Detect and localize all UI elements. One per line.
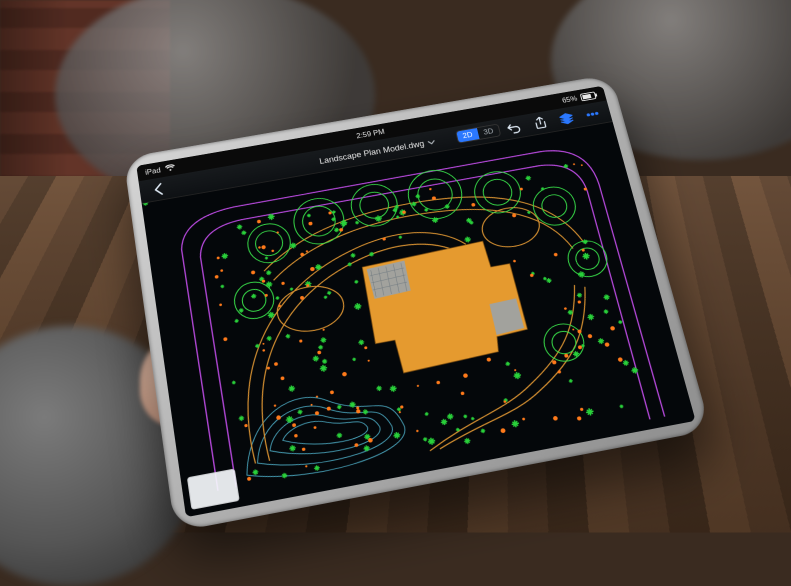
chevron-down-icon[interactable]: [426, 133, 437, 149]
wifi-icon: [164, 164, 175, 172]
battery-icon: [579, 91, 598, 101]
layers-button[interactable]: [551, 107, 580, 129]
back-button[interactable]: [144, 177, 172, 200]
battery-percent: 65%: [561, 94, 578, 104]
view-mode-2d[interactable]: 2D: [455, 128, 478, 142]
view-mode-3d[interactable]: 3D: [476, 125, 499, 139]
undo-button[interactable]: [499, 116, 528, 139]
more-button[interactable]: [577, 103, 606, 125]
layer-building: [359, 237, 532, 377]
share-button[interactable]: [525, 112, 554, 134]
clock: 2:59 PM: [355, 127, 385, 139]
view-mode-toggle[interactable]: 2D 3D: [454, 124, 501, 144]
carrier-label: iPad: [144, 166, 161, 176]
